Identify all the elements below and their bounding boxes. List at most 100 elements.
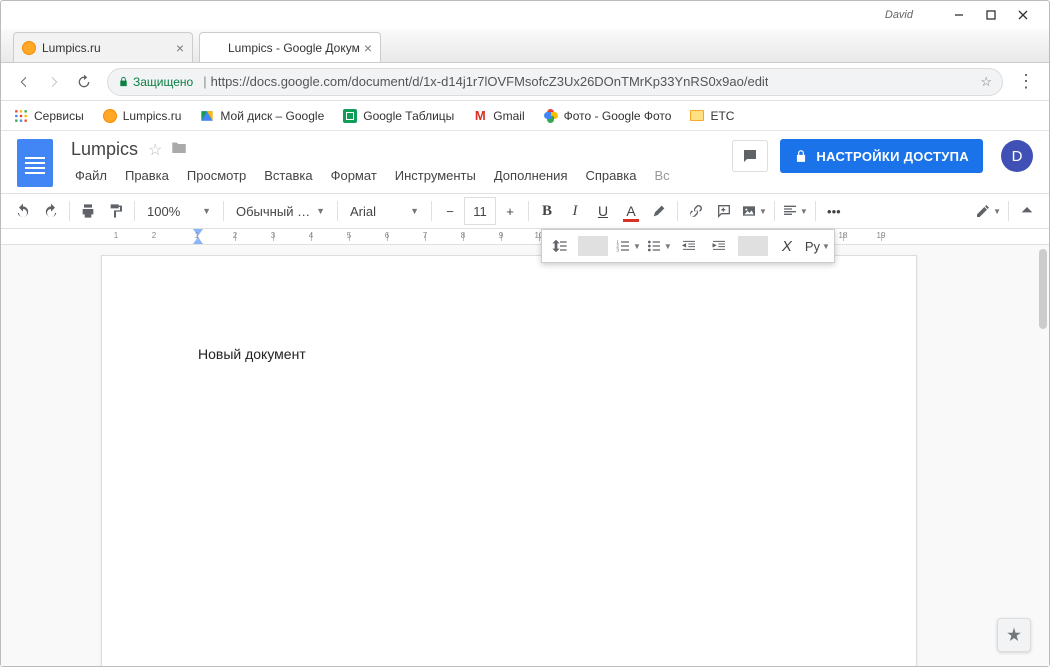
share-button[interactable]: НАСТРОЙКИ ДОСТУПА xyxy=(780,139,983,173)
document-body-text[interactable]: Новый документ xyxy=(198,346,820,362)
account-avatar[interactable]: D xyxy=(1001,140,1033,172)
tab-title: Lumpics - Google Докум xyxy=(228,41,360,55)
hide-menus-button[interactable] xyxy=(1013,197,1041,225)
comments-button[interactable] xyxy=(732,140,768,172)
bookmark-label: Gmail xyxy=(493,109,524,123)
secure-indicator: Защищено xyxy=(118,75,193,89)
document-page[interactable]: Новый документ xyxy=(101,255,917,666)
address-input[interactable]: Защищено | https://docs.google.com/docum… xyxy=(107,68,1003,96)
star-document-icon[interactable]: ☆ xyxy=(148,140,162,160)
vertical-scrollbar-thumb[interactable] xyxy=(1039,249,1047,329)
menu-view[interactable]: Просмотр xyxy=(183,164,250,187)
drive-icon xyxy=(199,108,215,124)
forward-button[interactable] xyxy=(39,67,69,97)
tab-title: Lumpics.ru xyxy=(42,41,172,55)
editing-mode-button[interactable]: ▼ xyxy=(972,197,1004,225)
redo-button[interactable] xyxy=(37,197,65,225)
zoom-select[interactable]: 100%▼ xyxy=(139,197,219,225)
bookmark-item[interactable]: M Gmail xyxy=(472,108,524,124)
window-titlebar: David xyxy=(1,1,1049,29)
outdent-button[interactable] xyxy=(674,232,704,260)
insert-comment-button[interactable] xyxy=(710,197,738,225)
menu-bar: Файл Правка Просмотр Вставка Формат Инст… xyxy=(71,164,732,187)
bookmark-label: Фото - Google Фото xyxy=(564,109,672,123)
bookmarks-bar: Сервисы Lumpics.ru Мой диск – Google Goo… xyxy=(1,101,1049,131)
text-color-button[interactable]: A xyxy=(617,197,645,225)
bookmark-item[interactable]: Мой диск – Google xyxy=(199,108,324,124)
folder-icon xyxy=(689,108,705,124)
bookmark-item[interactable]: ETC xyxy=(689,108,734,124)
bookmark-item[interactable]: Фото - Google Фото xyxy=(543,108,672,124)
close-button[interactable] xyxy=(1007,4,1039,26)
numbered-list-button[interactable]: 123▼ xyxy=(612,232,643,260)
move-folder-icon[interactable] xyxy=(170,139,188,160)
reload-button[interactable] xyxy=(69,67,99,97)
paint-format-button[interactable] xyxy=(102,197,130,225)
line-spacing-button[interactable] xyxy=(544,232,574,260)
menu-file[interactable]: Файл xyxy=(71,164,111,187)
underline-button[interactable]: U xyxy=(589,197,617,225)
bookmark-label: Lumpics.ru xyxy=(123,109,182,123)
undo-button[interactable] xyxy=(9,197,37,225)
font-size-decrease[interactable]: − xyxy=(436,197,464,225)
font-select[interactable]: Arial▼ xyxy=(342,197,427,225)
editor-workspace: 1212345678910111213141516171819 Новый до… xyxy=(1,229,1049,666)
browser-tabs: Lumpics.ru × Lumpics - Google Докум × xyxy=(1,29,1049,63)
browser-menu-icon[interactable]: ⋮ xyxy=(1011,71,1041,92)
insert-link-button[interactable] xyxy=(682,197,710,225)
toolbar: 100%▼ Обычный …▼ Arial▼ − 11 + B I U A ▼… xyxy=(1,193,1049,229)
bookmark-item[interactable]: Lumpics.ru xyxy=(102,108,182,124)
italic-button[interactable]: I xyxy=(561,197,589,225)
menu-addons[interactable]: Дополнения xyxy=(490,164,572,187)
document-title[interactable]: Lumpics xyxy=(71,139,138,160)
secure-label: Защищено xyxy=(133,75,193,89)
gmail-icon: M xyxy=(472,108,488,124)
print-button[interactable] xyxy=(74,197,102,225)
bookmark-label: Сервисы xyxy=(34,109,84,123)
back-button[interactable] xyxy=(9,67,39,97)
docs-logo-icon[interactable] xyxy=(17,139,53,187)
font-size-increase[interactable]: + xyxy=(496,197,524,225)
bold-button[interactable]: B xyxy=(533,197,561,225)
bookmark-star-icon[interactable]: ☆ xyxy=(980,74,992,90)
menu-insert[interactable]: Вставка xyxy=(260,164,316,187)
menu-format[interactable]: Формат xyxy=(327,164,381,187)
tab-close-icon[interactable]: × xyxy=(176,40,184,56)
favicon-docs xyxy=(208,41,222,55)
favicon-lumpics xyxy=(22,41,36,55)
maximize-button[interactable] xyxy=(975,4,1007,26)
share-label: НАСТРОЙКИ ДОСТУПА xyxy=(816,149,969,164)
bookmark-label: Мой диск – Google xyxy=(220,109,324,123)
apps-grid-icon xyxy=(13,108,29,124)
menu-tools[interactable]: Инструменты xyxy=(391,164,480,187)
menu-edit[interactable]: Правка xyxy=(121,164,173,187)
style-select[interactable]: Обычный …▼ xyxy=(228,197,333,225)
menu-truncated: Вс xyxy=(650,164,673,187)
menu-help[interactable]: Справка xyxy=(581,164,640,187)
bookmark-label: ETC xyxy=(710,109,734,123)
insert-image-button[interactable]: ▼ xyxy=(738,197,770,225)
svg-text:3: 3 xyxy=(616,247,619,252)
photos-icon xyxy=(543,108,559,124)
toolbar-overflow-popup: 123▼ ▼ X Ру▼ xyxy=(541,229,835,263)
font-size-input[interactable]: 11 xyxy=(464,197,496,225)
minimize-button[interactable] xyxy=(943,4,975,26)
horizontal-ruler[interactable]: 1212345678910111213141516171819 xyxy=(1,229,1049,245)
align-button[interactable]: ▼ xyxy=(779,197,811,225)
bullet-list-button[interactable]: ▼ xyxy=(643,232,674,260)
docs-header: Lumpics ☆ Файл Правка Просмотр Вставка Ф… xyxy=(1,131,1049,187)
clear-format-button[interactable]: X xyxy=(772,232,802,260)
tab-close-icon[interactable]: × xyxy=(364,40,372,56)
indent-button[interactable] xyxy=(704,232,734,260)
explore-button[interactable] xyxy=(997,618,1031,652)
sheets-icon xyxy=(342,108,358,124)
bookmark-item[interactable]: Google Таблицы xyxy=(342,108,454,124)
browser-tab-active[interactable]: Lumpics - Google Докум × xyxy=(199,32,381,62)
highlight-button[interactable] xyxy=(645,197,673,225)
browser-tab[interactable]: Lumpics.ru × xyxy=(13,32,193,62)
input-tools-button[interactable]: Ру▼ xyxy=(802,232,832,260)
os-user-label: David xyxy=(885,9,913,21)
apps-shortcut[interactable]: Сервисы xyxy=(13,108,84,124)
more-toolbar-button[interactable]: ••• xyxy=(820,197,848,225)
url-text: https://docs.google.com/document/d/1x-d1… xyxy=(211,74,769,89)
